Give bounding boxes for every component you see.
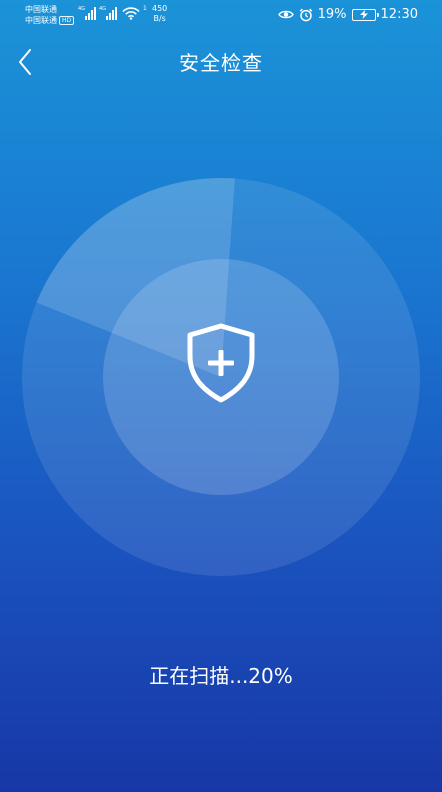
battery-percent: 19%	[317, 7, 347, 22]
page-title: 安全检查	[179, 51, 263, 75]
carrier-row-1: 中国联通	[25, 4, 74, 15]
signal-indicators: 4G 4G 1	[78, 6, 147, 20]
carrier-row-2: 中国联通 HD	[25, 15, 75, 26]
network-type-2: 4G	[99, 6, 107, 12]
network-type-1: 4G	[78, 6, 86, 12]
scan-radar	[22, 178, 420, 576]
hd-badge: HD	[59, 16, 75, 25]
signal-strength-icon: 4G	[99, 6, 117, 20]
status-bar: 中国联通 中国联通 HD 4G 4G 1 450 B/s 19% 12:30	[0, 0, 442, 32]
network-speed-unit: B/s	[153, 14, 166, 23]
alarm-icon	[299, 8, 312, 21]
carrier-1-label: 中国联通	[25, 5, 57, 14]
scan-status-text: 正在扫描...20%	[149, 664, 293, 688]
network-speed-value: 450	[152, 4, 168, 13]
signal-strength-icon: 4G	[78, 6, 96, 20]
wifi-superscript: 1	[143, 5, 147, 12]
battery-charging-icon	[351, 8, 379, 21]
network-speed: 450 B/s	[152, 4, 167, 24]
radar-inner-disc	[103, 259, 339, 495]
eye-icon	[277, 10, 294, 19]
clock: 12:30	[380, 7, 418, 22]
carrier-info: 中国联通 中国联通 HD	[25, 4, 75, 26]
carrier-2-label: 中国联通	[25, 16, 57, 25]
status-right: 19% 12:30	[277, 7, 418, 22]
wifi-icon	[122, 7, 140, 20]
